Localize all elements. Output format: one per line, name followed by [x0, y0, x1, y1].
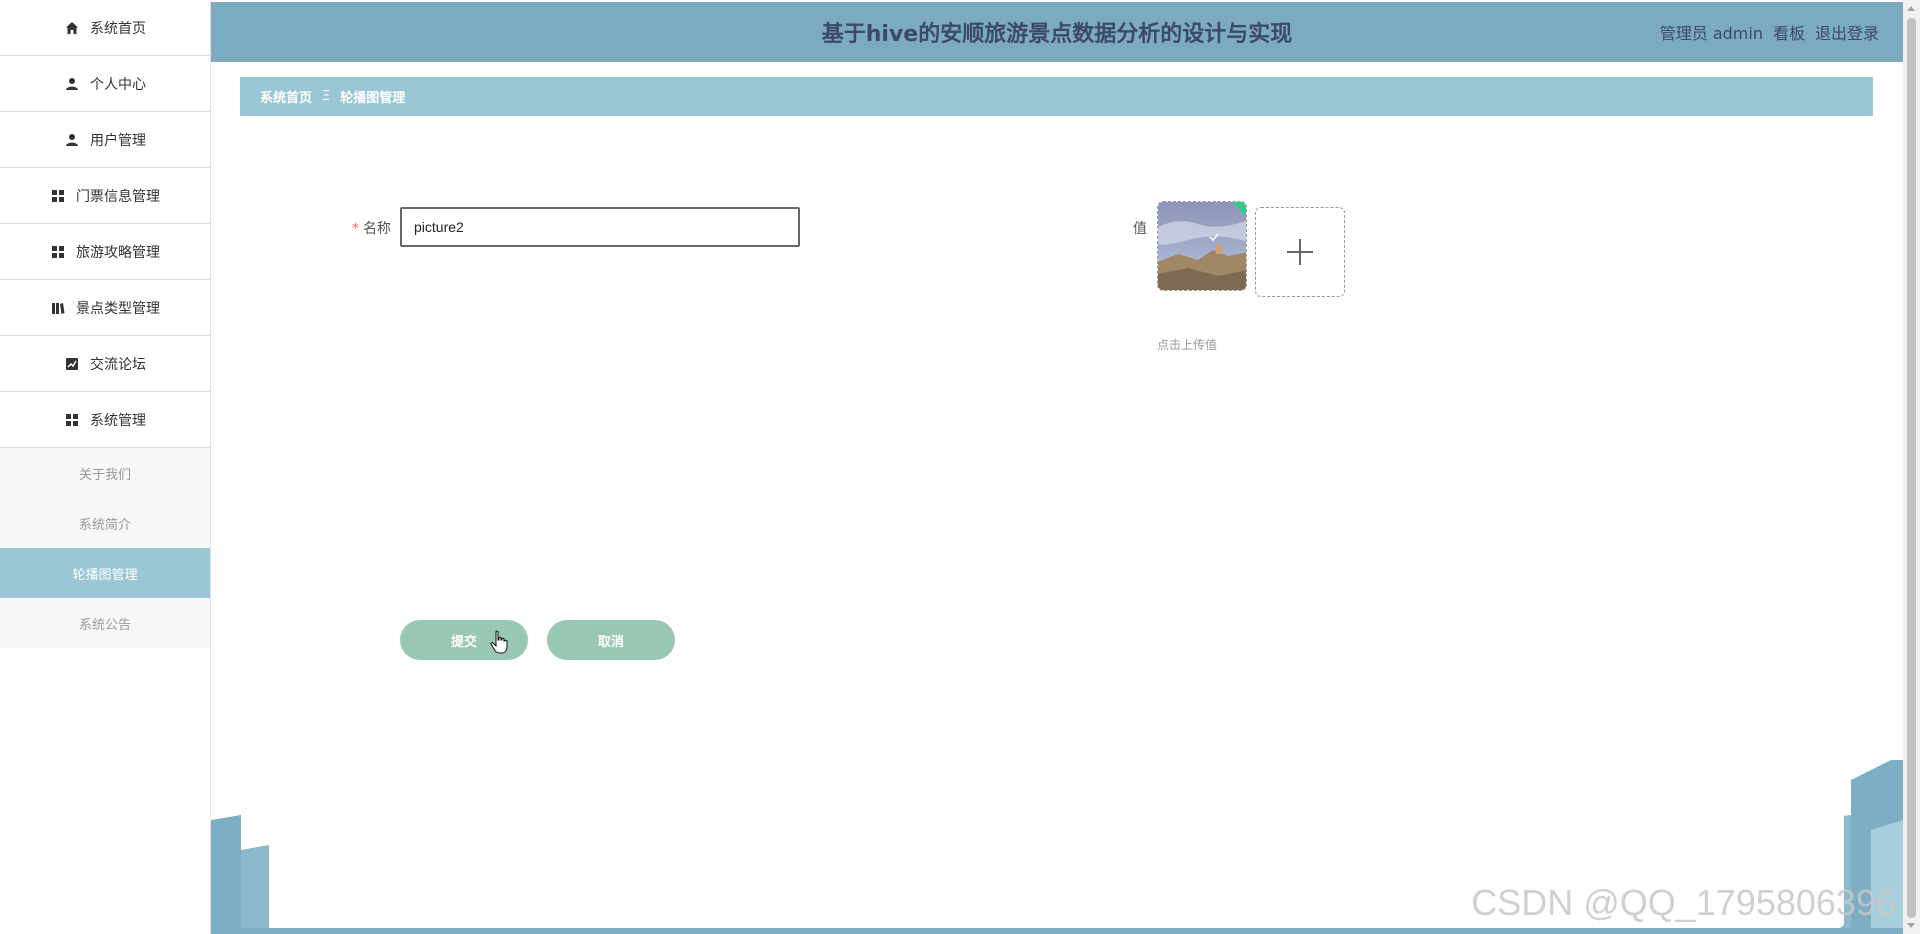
plus-icon [1287, 239, 1313, 265]
content-card [270, 62, 1844, 928]
user-icon [64, 132, 80, 148]
main-content [211, 62, 1903, 930]
chart-icon [64, 356, 80, 372]
user-icon [64, 76, 80, 92]
sidebar-item-profile[interactable]: 个人中心 [0, 56, 210, 112]
sidebar-item-label: 系统管理 [90, 412, 146, 429]
breadcrumb-separator: Ξ [322, 89, 331, 104]
sidebar-item-label: 门票信息管理 [76, 188, 160, 205]
sidebar-item-label: 交流论坛 [90, 356, 146, 373]
sidebar-item-spot-types[interactable]: 景点类型管理 [0, 280, 210, 336]
hand-cursor-icon [490, 630, 508, 654]
sidebar-item-users[interactable]: 用户管理 [0, 112, 210, 168]
name-input[interactable] [400, 207, 800, 247]
sidebar-item-label: 用户管理 [90, 132, 146, 149]
name-label: * 名称 [352, 221, 391, 237]
scroll-up-icon[interactable] [1907, 6, 1915, 11]
uploaded-image-thumbnail[interactable] [1157, 201, 1247, 291]
watermark: CSDN @QQ_1795806396 [1471, 882, 1896, 923]
sidebar-item-tickets[interactable]: 门票信息管理 [0, 168, 210, 224]
breadcrumb-current: 轮播图管理 [340, 91, 406, 106]
sidebar-subitem-carousel[interactable]: 轮播图管理 [0, 548, 210, 598]
logout-link[interactable]: 退出登录 [1815, 20, 1879, 44]
grid-icon [50, 188, 66, 204]
sidebar: 系统首页 个人中心 用户管理 门票信息管理 旅游攻略管理 景点类型管理 交流论坛… [0, 0, 211, 934]
sidebar-item-label: 系统首页 [90, 20, 146, 37]
upload-add-button[interactable] [1255, 207, 1345, 297]
top-header: 基于hive的安顺旅游景点数据分析的设计与实现 管理员 admin 看板 退出登… [211, 2, 1903, 62]
breadcrumb: 系统首页 Ξ 轮播图管理 [240, 77, 1873, 116]
header-user-area: 管理员 admin 看板 退出登录 [1660, 2, 1879, 62]
grid-icon [64, 412, 80, 428]
app-title: 基于hive的安顺旅游景点数据分析的设计与实现 [821, 22, 1293, 47]
submit-button[interactable]: 提交 [400, 620, 528, 660]
sidebar-item-label: 个人中心 [90, 76, 146, 93]
sidebar-item-forum[interactable]: 交流论坛 [0, 336, 210, 392]
upload-hint: 点击上传值 [1157, 338, 1218, 352]
grid-icon [50, 244, 66, 260]
book-icon [50, 300, 66, 316]
home-icon [64, 20, 80, 36]
breadcrumb-home[interactable]: 系统首页 [260, 87, 312, 106]
value-label: 值 [1133, 221, 1147, 237]
required-mark: * [352, 221, 359, 237]
vertical-scrollbar[interactable] [1903, 0, 1920, 934]
sidebar-item-guides[interactable]: 旅游攻略管理 [0, 224, 210, 280]
cancel-button[interactable]: 取消 [547, 620, 675, 660]
sidebar-subitem-intro[interactable]: 系统简介 [0, 498, 210, 548]
dashboard-link[interactable]: 看板 [1773, 20, 1805, 44]
sidebar-item-label: 景点类型管理 [76, 300, 160, 317]
sidebar-subitem-about[interactable]: 关于我们 [0, 448, 210, 498]
sidebar-subitem-notice[interactable]: 系统公告 [0, 598, 210, 648]
scroll-thumb[interactable] [1907, 18, 1916, 918]
sidebar-item-home[interactable]: 系统首页 [0, 0, 210, 56]
scroll-down-icon[interactable] [1907, 923, 1915, 928]
sidebar-item-system[interactable]: 系统管理 [0, 392, 210, 448]
sidebar-item-label: 旅游攻略管理 [76, 244, 160, 261]
user-label: 管理员 admin [1659, 24, 1763, 43]
